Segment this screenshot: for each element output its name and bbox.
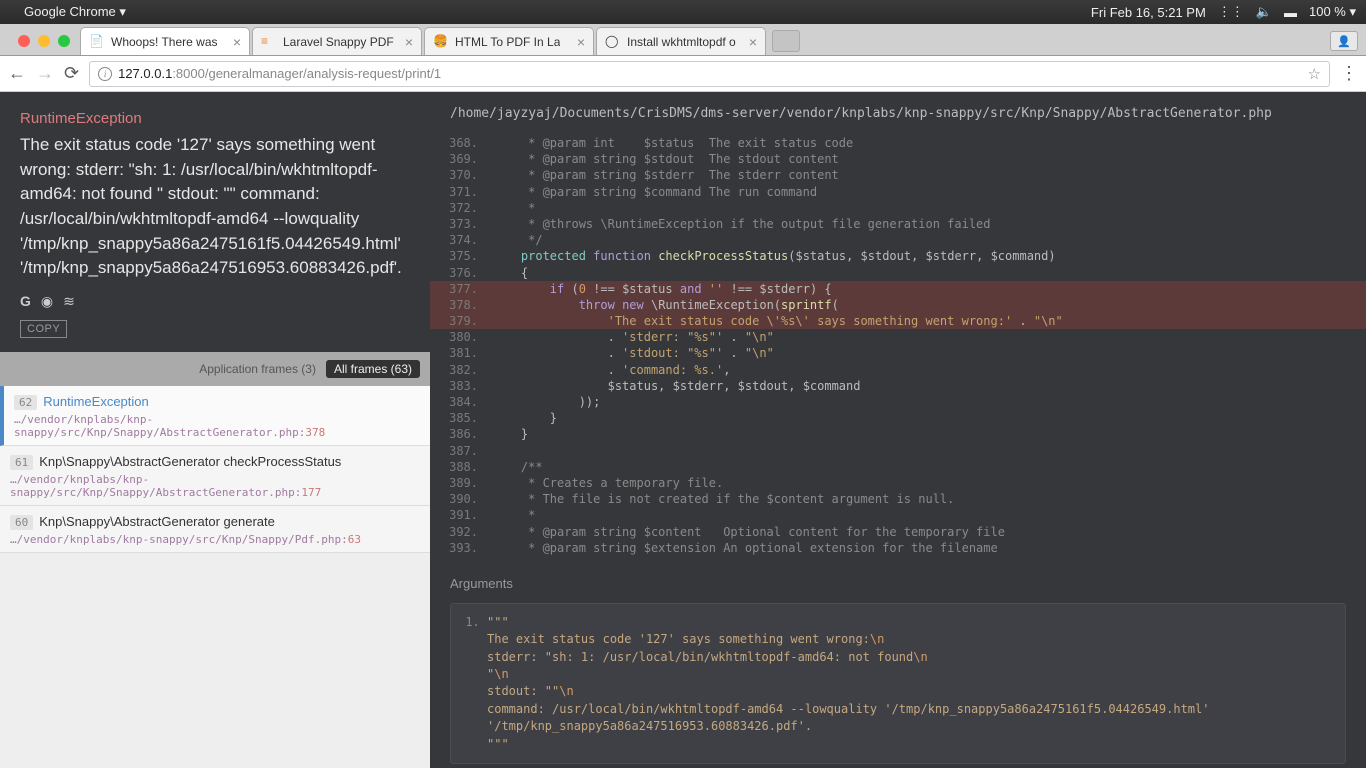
arg-text: The exit status code '127' says somethin… xyxy=(487,632,870,646)
google-search-icon[interactable]: G xyxy=(20,293,31,310)
frame-path: …/vendor/knplabs/knp-snappy/src/Knp/Snap… xyxy=(10,533,341,546)
arg-esc: \n xyxy=(494,667,508,681)
frame-number: 61 xyxy=(10,455,33,470)
arg-text: """ xyxy=(487,737,509,751)
new-tab-button[interactable] xyxy=(772,30,800,52)
window-controls xyxy=(8,35,80,55)
close-tab-icon[interactable]: × xyxy=(405,34,413,50)
tab-0[interactable]: 📄 Whoops! There was × xyxy=(80,27,250,55)
frame-title: Knp\Snappy\AbstractGenerator generate xyxy=(39,514,275,529)
arg-esc: \n xyxy=(913,650,927,664)
exception-name: RuntimeException xyxy=(20,110,410,127)
stackoverflow-icon[interactable]: ≋ xyxy=(63,293,75,310)
stack-frame[interactable]: 60Knp\Snappy\AbstractGenerator generate … xyxy=(0,506,430,553)
tab-title: Laravel Snappy PDF xyxy=(283,35,394,49)
duckduckgo-icon[interactable]: ◉ xyxy=(41,293,53,310)
error-sidebar: RuntimeException The exit status code '1… xyxy=(0,92,430,768)
close-tab-icon[interactable]: × xyxy=(577,34,585,50)
argument-item: """ The exit status code '127' says some… xyxy=(487,614,1331,753)
close-tab-icon[interactable]: × xyxy=(233,34,241,50)
frame-number: 60 xyxy=(10,515,33,530)
frame-title: RuntimeException xyxy=(43,394,149,409)
reload-button[interactable]: ⟳ xyxy=(64,63,79,84)
app-name[interactable]: Google Chrome ▾ xyxy=(24,4,126,20)
github-icon: ◯ xyxy=(605,34,621,50)
arg-esc: \n xyxy=(559,684,573,698)
tab-3[interactable]: ◯ Install wkhtmltopdf o × xyxy=(596,27,766,55)
close-tab-icon[interactable]: × xyxy=(749,34,757,50)
close-window-button[interactable] xyxy=(18,35,30,47)
arguments-label: Arguments xyxy=(430,564,1366,597)
all-frames-tab[interactable]: All frames (63) xyxy=(326,360,420,378)
bookmark-icon[interactable]: ☆ xyxy=(1308,65,1321,83)
clock: Fri Feb 16, 5:21 PM xyxy=(1091,5,1206,20)
tab-title: HTML To PDF In La xyxy=(455,35,560,49)
url-port: :8000 xyxy=(172,66,205,81)
browser-toolbar: ← → ⟳ i 127.0.0.1:8000/generalmanager/an… xyxy=(0,56,1366,92)
frame-line: 177 xyxy=(301,486,321,499)
site-icon: 🍔 xyxy=(433,34,449,50)
frame-title: Knp\Snappy\AbstractGenerator checkProces… xyxy=(39,454,341,469)
minimize-window-button[interactable] xyxy=(38,35,50,47)
exception-message: The exit status code '127' says somethin… xyxy=(20,133,410,281)
frame-path: …/vendor/knplabs/knp-snappy/src/Knp/Snap… xyxy=(10,473,295,499)
frame-line: 378 xyxy=(305,426,325,439)
arg-esc: \n xyxy=(870,632,884,646)
frame-line: 63 xyxy=(348,533,361,546)
arg-text: stdout: "" xyxy=(487,684,559,698)
volume-icon[interactable]: 🔈 xyxy=(1256,4,1272,20)
stack-frame[interactable]: 62 RuntimeException …/vendor/knplabs/knp-… xyxy=(0,386,430,446)
frame-filter-tabs: Application frames (3) All frames (63) xyxy=(0,352,430,386)
battery-icon[interactable]: ▬ xyxy=(1284,5,1297,20)
back-button[interactable]: ← xyxy=(8,63,26,84)
battery-pct: 100 % ▾ xyxy=(1309,4,1356,20)
arg-text: """ xyxy=(487,615,509,629)
site-info-icon[interactable]: i xyxy=(98,67,112,81)
address-bar[interactable]: i 127.0.0.1:8000/generalmanager/analysis… xyxy=(89,61,1330,87)
wifi-icon[interactable]: ⋮⋮ xyxy=(1218,4,1244,20)
arg-text: command: /usr/local/bin/wkhtmltopdf-amd6… xyxy=(487,702,1209,733)
code-panel: /home/jayzyaj/Documents/CrisDMS/dms-serv… xyxy=(430,92,1366,768)
tab-2[interactable]: 🍔 HTML To PDF In La × xyxy=(424,27,594,55)
tab-title: Install wkhtmltopdf o xyxy=(627,35,736,49)
browser-tabstrip: 📄 Whoops! There was × ≡ Laravel Snappy P… xyxy=(0,24,1366,56)
frame-path: …/vendor/knplabs/knp-snappy/src/Knp/Snap… xyxy=(14,413,299,439)
macos-menubar: Google Chrome ▾ Fri Feb 16, 5:21 PM ⋮⋮ 🔈… xyxy=(0,0,1366,24)
menu-icon[interactable]: ⋮ xyxy=(1340,63,1358,84)
arguments-box: """ The exit status code '127' says some… xyxy=(450,603,1346,764)
arg-text: stderr: "sh: 1: /usr/local/bin/wkhtmltop… xyxy=(487,650,913,664)
error-header: RuntimeException The exit status code '1… xyxy=(0,92,430,352)
forward-button: → xyxy=(36,63,54,84)
tab-title: Whoops! There was xyxy=(111,35,218,49)
url-host: 127.0.0.1 xyxy=(118,66,172,81)
whoops-page: RuntimeException The exit status code '1… xyxy=(0,92,1366,768)
tab-1[interactable]: ≡ Laravel Snappy PDF × xyxy=(252,27,422,55)
stack-icon: ≡ xyxy=(261,34,277,50)
frame-number: 62 xyxy=(14,395,37,410)
file-path: /home/jayzyaj/Documents/CrisDMS/dms-serv… xyxy=(430,92,1366,131)
stack-frame[interactable]: 61 Knp\Snappy\AbstractGenerator checkProc… xyxy=(0,446,430,506)
url-path: /generalmanager/analysis-request/print/1 xyxy=(205,66,441,81)
file-icon: 📄 xyxy=(89,34,105,50)
source-code[interactable]: 368. * @param int $status The exit statu… xyxy=(430,131,1366,564)
application-frames-tab[interactable]: Application frames (3) xyxy=(199,362,316,376)
copy-button[interactable]: COPY xyxy=(20,320,67,338)
stack-frames-list[interactable]: 62 RuntimeException …/vendor/knplabs/knp-… xyxy=(0,386,430,768)
zoom-window-button[interactable] xyxy=(58,35,70,47)
profile-button[interactable]: 👤 xyxy=(1330,31,1358,51)
